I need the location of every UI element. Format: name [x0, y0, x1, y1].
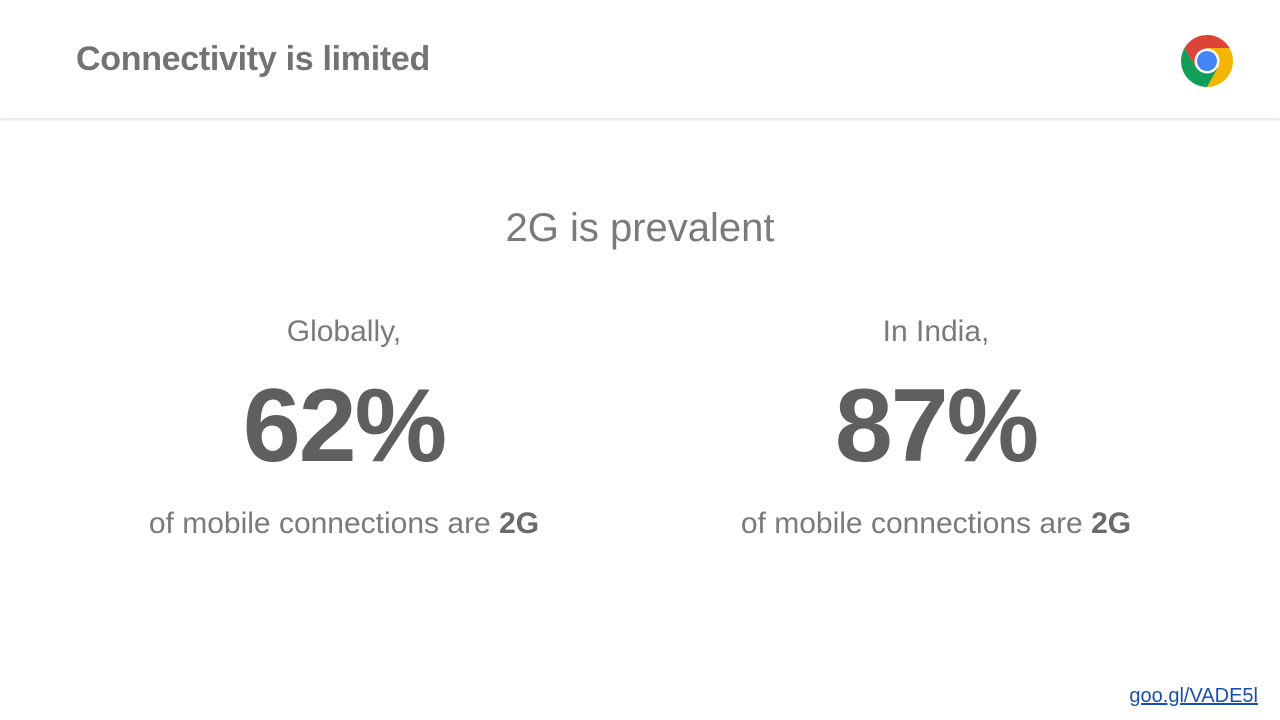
slide: Connectivity is limited 2G is prevalent … [0, 0, 1280, 720]
stat-value: 87% [834, 368, 1039, 484]
stat-india: In India, 87% of mobile connections are … [656, 312, 1216, 544]
stat-label: In India, [882, 315, 990, 348]
stat-caption-emphasis: 2G [1091, 507, 1132, 540]
source-link[interactable]: goo.gl/VADE5l [1129, 685, 1258, 708]
stat-caption: of mobile connections are 2G [64, 504, 624, 544]
stat-label: Globally, [286, 315, 402, 348]
slide-title: Connectivity is limited [76, 40, 430, 78]
stat-global: Globally, 62% of mobile connections are … [64, 312, 624, 544]
slide-subtitle: 2G is prevalent [505, 206, 775, 250]
stat-value: 62% [242, 368, 447, 484]
stat-caption: of mobile connections are 2G [656, 504, 1216, 544]
slide-header: Connectivity is limited [0, 0, 1280, 118]
chrome-logo-icon [1181, 35, 1233, 87]
stat-caption-text: of mobile connections are [148, 507, 500, 540]
stat-caption-text: of mobile connections are [740, 507, 1092, 540]
stat-caption-emphasis: 2G [499, 507, 540, 540]
